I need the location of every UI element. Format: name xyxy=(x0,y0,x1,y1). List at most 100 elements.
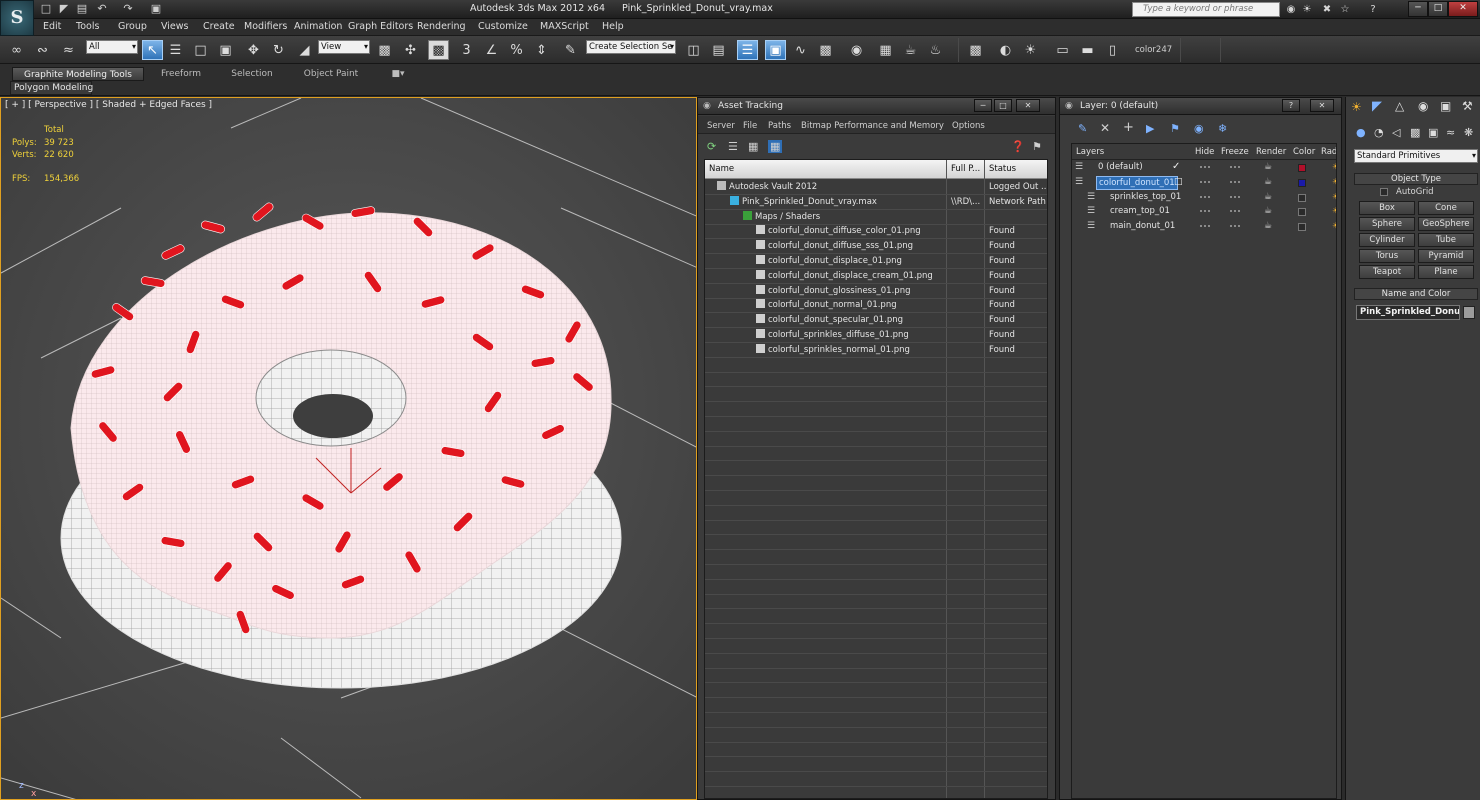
layer-manager-titlebar[interactable]: ◉ Layer: 0 (default) ? ✕ xyxy=(1060,98,1341,115)
object-type-rollout[interactable]: Object Type xyxy=(1354,173,1478,185)
render-teapot-icon[interactable]: ☕ xyxy=(1264,177,1272,187)
add-to-layer-icon[interactable]: + xyxy=(1123,120,1134,135)
redo-icon[interactable]: ↷ xyxy=(120,2,136,16)
asset-tracking-titlebar[interactable]: ◉ Asset Tracking ─ □ ✕ xyxy=(698,98,1055,115)
asset-menu-paths[interactable]: Paths xyxy=(768,121,791,131)
table-row[interactable]: colorful_donut_displace_01.png Found xyxy=(705,254,1047,269)
asset-menu-options[interactable]: Options xyxy=(952,121,985,131)
table-row[interactable]: Autodesk Vault 2012 Logged Out ... xyxy=(705,180,1047,195)
window-crossing-icon[interactable]: ▣ xyxy=(215,40,236,60)
align-icon[interactable]: ▤ xyxy=(708,40,729,60)
table-row[interactable]: colorful_donut_displace_cream_01.png Foun… xyxy=(705,269,1047,284)
layer-manager-icon[interactable]: ☰ xyxy=(737,40,758,60)
angle-snap-icon[interactable]: ∠ xyxy=(481,40,502,60)
table-row[interactable]: colorful_sprinkles_diffuse_01.png Found xyxy=(705,328,1047,343)
layer-row[interactable]: ☰ 0 (default) ☕ ☀ ✓ xyxy=(1072,161,1336,176)
hierarchy-tab-icon[interactable]: △ xyxy=(1395,99,1404,113)
link-icon[interactable]: ∞ xyxy=(6,40,27,60)
hide-all-icon[interactable]: ◉ xyxy=(1194,122,1204,135)
render-setup-icon[interactable]: ▦ xyxy=(875,40,896,60)
shapes-icon[interactable]: ◔ xyxy=(1374,126,1384,139)
hide-toggle[interactable] xyxy=(1200,210,1210,213)
search-input[interactable]: Type a keyword or phrase xyxy=(1132,2,1280,17)
freeze-toggle[interactable] xyxy=(1230,180,1240,183)
utilities-tab-icon[interactable]: ⚒ xyxy=(1462,99,1473,113)
communication-icon[interactable]: ✖ xyxy=(1320,3,1334,16)
layer-close-button[interactable]: ✕ xyxy=(1310,99,1334,112)
graphite-toggle-icon[interactable]: ▣ xyxy=(765,40,786,60)
menu-tools[interactable]: Tools xyxy=(76,21,99,32)
layer-color-swatch[interactable] xyxy=(1298,164,1306,172)
list-view-icon[interactable]: ☰ xyxy=(728,140,738,153)
object-category-dropdown[interactable]: Standard Primitives xyxy=(1354,149,1478,163)
pivot-center-icon[interactable]: ▩ xyxy=(374,40,395,60)
open-file-icon[interactable]: ◤ xyxy=(56,2,72,16)
column-header-status[interactable]: Status xyxy=(985,160,1047,179)
name-and-color-rollout[interactable]: Name and Color xyxy=(1354,288,1478,300)
manipulate-icon[interactable]: ✣ xyxy=(400,40,421,60)
refresh-icon[interactable]: ⟳ xyxy=(707,140,716,153)
table-row[interactable]: colorful_sprinkles_normal_01.png Found xyxy=(705,343,1047,358)
delete-layer-icon[interactable]: ✕ xyxy=(1100,121,1110,135)
table-row[interactable]: Maps / Shaders xyxy=(705,210,1047,225)
menu-maxscript[interactable]: MAXScript xyxy=(540,21,589,32)
vray-sphere-fade-icon[interactable]: ▬ xyxy=(1077,40,1098,60)
geometry-icon[interactable]: ● xyxy=(1356,126,1366,139)
new-file-icon[interactable]: □ xyxy=(38,2,54,16)
save-file-icon[interactable]: ▤ xyxy=(74,2,90,16)
highlight-layer-icon[interactable]: ⚑ xyxy=(1170,122,1180,135)
select-by-name-icon[interactable]: ☰ xyxy=(165,40,186,60)
viewport-label[interactable]: [ + ] [ Perspective ] [ Shaded + Edged F… xyxy=(5,100,212,110)
keyboard-shortcut-icon[interactable]: ▩ xyxy=(428,40,449,60)
freeze-toggle[interactable] xyxy=(1230,225,1240,228)
layer-help-button[interactable]: ? xyxy=(1282,99,1300,112)
render-teapot-icon[interactable]: ☕ xyxy=(1264,221,1272,231)
select-in-layer-icon[interactable]: ▶ xyxy=(1146,122,1154,135)
menu-modifiers[interactable]: Modifiers xyxy=(244,21,287,32)
freeze-toggle[interactable] xyxy=(1230,166,1240,168)
reference-coordinate-dropdown[interactable]: View xyxy=(318,40,370,54)
layer-header-color[interactable]: Color xyxy=(1293,147,1315,157)
vray-sun-icon[interactable]: ☀ xyxy=(1020,40,1041,60)
asset-close-button[interactable]: ✕ xyxy=(1016,99,1040,112)
layer-color-swatch[interactable] xyxy=(1298,223,1306,232)
cone-button[interactable]: Cone xyxy=(1418,201,1474,215)
motion-tab-icon[interactable]: ◉ xyxy=(1418,99,1428,113)
layer-row[interactable]: ☰ sprinkles_top_01 ☕ ☀ xyxy=(1072,191,1336,206)
freeze-toggle[interactable] xyxy=(1230,210,1240,213)
select-object-icon[interactable]: ↖ xyxy=(142,40,163,60)
radiosity-icon[interactable]: ☀ xyxy=(1332,221,1336,230)
layer-header-hide[interactable]: Hide xyxy=(1195,147,1214,157)
vray-frame-buffer-icon[interactable]: ▩ xyxy=(965,40,986,60)
spacewarps-icon[interactable]: ≈ xyxy=(1446,126,1455,139)
asset-menu-server[interactable]: Server xyxy=(707,121,735,131)
layer-header-layers[interactable]: Layers xyxy=(1076,147,1104,157)
tab-graphite-modeling-tools[interactable]: Graphite Modeling Tools xyxy=(12,67,144,81)
teapot-button[interactable]: Teapot xyxy=(1359,265,1415,279)
table-row[interactable]: colorful_donut_diffuse_sss_01.png Found xyxy=(705,239,1047,255)
table-view-icon[interactable]: ▦ xyxy=(768,140,783,153)
column-header-full-path[interactable]: Full P... xyxy=(947,160,985,179)
vault-login-icon[interactable]: ⚑ xyxy=(1032,140,1042,153)
hide-toggle[interactable] xyxy=(1200,225,1210,228)
subscription-icon[interactable]: ☀ xyxy=(1300,3,1314,16)
vray-proxy-icon[interactable]: ▭ xyxy=(1052,40,1073,60)
layer-header-freeze[interactable]: Freeze xyxy=(1221,147,1249,157)
pyramid-button[interactable]: Pyramid xyxy=(1418,249,1474,263)
render-teapot-icon[interactable]: ☕ xyxy=(1264,206,1272,216)
systems-icon[interactable]: ❋ xyxy=(1464,126,1473,139)
box-button[interactable]: Box xyxy=(1359,201,1415,215)
close-window-button[interactable]: ✕ xyxy=(1448,1,1478,17)
menu-create[interactable]: Create xyxy=(203,21,235,32)
asset-maximize-button[interactable]: □ xyxy=(994,99,1012,112)
freeze-toggle[interactable] xyxy=(1230,195,1240,198)
ribbon-options-icon[interactable]: ■▾ xyxy=(386,67,410,81)
tab-object-paint[interactable]: Object Paint xyxy=(298,67,364,81)
maximize-button[interactable]: □ xyxy=(1428,1,1448,17)
render-teapot-icon[interactable]: ☕ xyxy=(1264,192,1272,202)
geosphere-button[interactable]: GeoSphere xyxy=(1418,217,1474,231)
tube-button[interactable]: Tube xyxy=(1418,233,1474,247)
layer-header-render[interactable]: Render xyxy=(1256,147,1286,157)
layer-color-swatch[interactable] xyxy=(1298,208,1306,217)
sphere-button[interactable]: Sphere xyxy=(1359,217,1415,231)
